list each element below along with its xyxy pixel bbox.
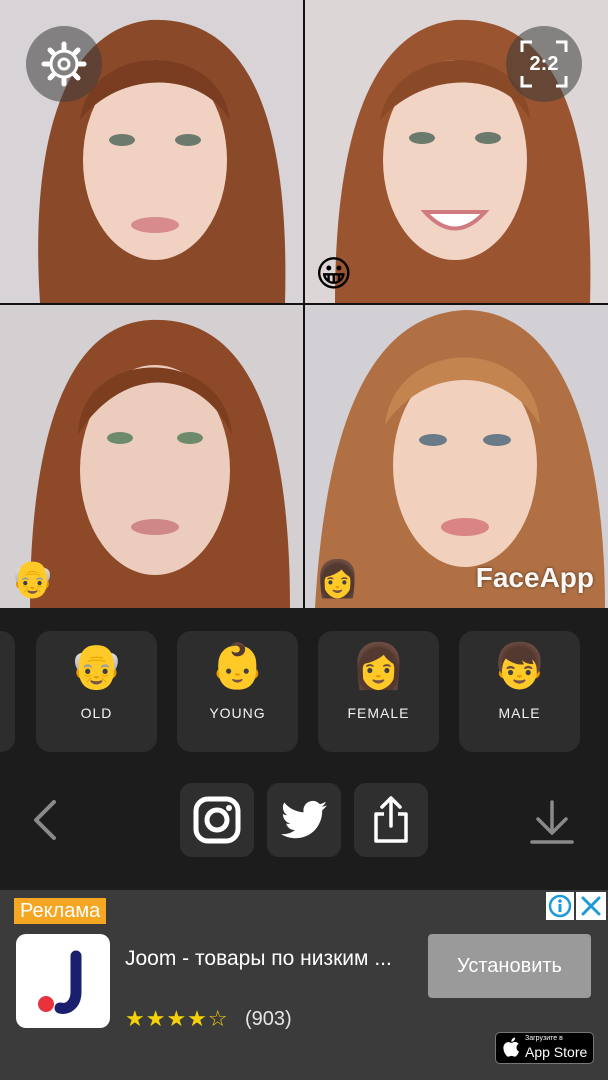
ad-banner[interactable]: Реклама Joom - товары по низким ... ★★★★… [0,890,608,1080]
twitter-icon [281,800,327,839]
rating-count: (903) [245,1008,292,1030]
instagram-icon [193,796,241,844]
filter-label: OLD [80,705,113,721]
aspect-ratio-label: 2:2 [529,52,559,75]
woman-icon: 👩 [351,641,406,692]
photo-old[interactable]: 👴 [0,305,303,608]
smile-emoji-icon: 😀 [315,254,353,295]
faceapp-watermark: FaceApp [475,562,594,593]
app-store-badge[interactable]: Загрузите в App Store [495,1032,594,1064]
share-more-button[interactable] [354,783,428,857]
share-icon [374,796,408,843]
filter-female[interactable]: 👩 FEMALE [318,631,439,752]
filter-label: MALE [498,705,541,721]
woman-emoji-icon: 👩 [315,559,360,600]
settings-button[interactable] [26,26,102,102]
ad-info-button[interactable] [546,892,574,920]
old-man-icon: 👴 [69,641,124,692]
app-store-label: App Store [525,1044,588,1060]
rating-stars: ★★★★☆ [125,1007,229,1032]
filter-row[interactable]: 👴 OLD 👶 YOUNG 👩 FEMALE 👦 MALE [0,608,608,768]
photo-female[interactable]: 👩 FaceApp [305,305,608,608]
apple-icon [503,1037,519,1057]
action-bar [0,768,608,890]
app-store-small-text: Загрузите в [525,1035,563,1042]
info-icon [548,894,572,918]
share-twitter-button[interactable] [267,783,341,857]
filter-male[interactable]: 👦 MALE [459,631,580,752]
photo-grid: 😀 👴 👩 FaceApp 2:2 [0,0,608,608]
aspect-ratio-button[interactable]: 2:2 [506,26,582,102]
joom-app-logo[interactable] [16,934,110,1028]
joom-logo-icon [38,950,82,1014]
filter-label: YOUNG [209,705,266,721]
filter-old[interactable]: 👴 OLD [36,631,157,752]
gear-icon [41,41,87,87]
download-icon[interactable] [530,798,574,846]
back-chevron-icon[interactable] [26,798,66,842]
close-icon [581,896,601,916]
filter-partial[interactable] [0,631,15,752]
ad-title[interactable]: Joom - товары по низким ... [125,945,405,972]
share-instagram-button[interactable] [180,783,254,857]
filter-young[interactable]: 👶 YOUNG [177,631,298,752]
filter-label: FEMALE [347,705,410,721]
baby-icon: 👶 [210,641,265,692]
old-man-emoji-icon: 👴 [10,559,55,600]
ad-badge: Реклама [14,898,107,924]
ad-close-button[interactable] [576,892,606,920]
install-button[interactable]: Установить [428,934,591,998]
boy-icon: 👦 [492,641,547,692]
